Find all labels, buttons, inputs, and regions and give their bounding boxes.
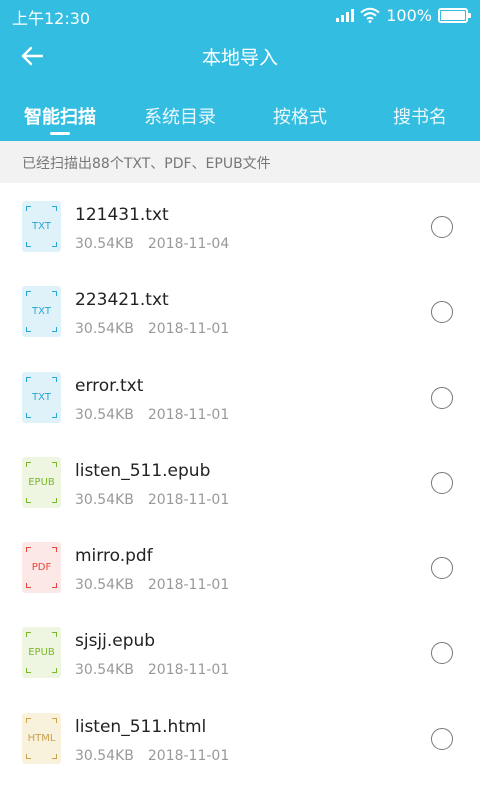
- file-date: 2018-11-01: [147, 321, 230, 338]
- tab-label: 智能扫描: [24, 107, 96, 128]
- file-name: listen_511.html: [75, 716, 207, 737]
- file-date: 2018-11-04: [147, 236, 230, 252]
- file-date: 2018-11-01: [147, 662, 230, 679]
- file-size: 30.54KB: [75, 406, 134, 423]
- file-meta: 30.54KB 2018-11-01: [75, 662, 229, 678]
- status-time: 上午12:30: [12, 9, 91, 28]
- tab-bar: 智能扫描 系统目录 按格式 搜书名: [0, 86, 480, 141]
- file-size: 30.54KB: [75, 236, 134, 252]
- file-name: sjsjj.epub: [75, 631, 156, 652]
- file-meta: 30.54KB 2018-11-01: [75, 748, 229, 764]
- file-meta: 30.54KB 2018-11-01: [75, 492, 229, 508]
- file-list: TXT 121431.txt 30.54KB 2018-11-04 TXT 223421.…: [0, 183, 480, 800]
- select-radio[interactable]: [431, 642, 453, 665]
- file-meta: 30.54KB 2018-11-01: [75, 321, 229, 337]
- file-date: 2018-11-01: [147, 406, 230, 423]
- status-bar: 上午12:30 100%: [0, 0, 480, 30]
- file-name: 223421.txt: [75, 290, 169, 311]
- file-date: 2018-11-01: [147, 577, 230, 594]
- list-item[interactable]: TXT 223421.txt 30.54KB 2018-11-01: [0, 268, 480, 353]
- file-type-icon: EPUB: [22, 627, 61, 679]
- file-type-icon: TXT: [22, 371, 61, 423]
- file-date: 2018-11-01: [147, 747, 230, 764]
- file-type-icon: PDF: [22, 542, 61, 594]
- file-name: listen_511.epub: [75, 460, 211, 481]
- file-type-icon: TXT: [22, 286, 61, 338]
- list-item[interactable]: EPUB sjsjj.epub 30.54KB 2018-11-01: [0, 609, 480, 694]
- list-item[interactable]: TXT error.txt 30.54KB 2018-11-01: [0, 354, 480, 439]
- file-type-icon: EPUB: [22, 456, 61, 508]
- tab-by-format[interactable]: 按格式: [240, 86, 360, 141]
- tab-label: 按格式: [273, 107, 327, 128]
- battery-icon: [438, 7, 471, 23]
- file-type-label: EPUB: [28, 476, 55, 488]
- file-size: 30.54KB: [75, 747, 134, 764]
- file-type-label: TXT: [32, 391, 51, 403]
- battery-percent: 100%: [386, 5, 432, 25]
- list-item[interactable]: PDF mirro.pdf 30.54KB 2018-11-01: [0, 524, 480, 609]
- signal-icon: [336, 8, 355, 22]
- file-type-label: TXT: [32, 221, 51, 232]
- tab-label: 系统目录: [144, 107, 216, 128]
- tab-label: 搜书名: [393, 107, 447, 128]
- tab-search-title[interactable]: 搜书名: [360, 86, 480, 141]
- file-type-label: PDF: [31, 562, 52, 574]
- list-item[interactable]: EPUB listen_511.epub 30.54KB 2018-11-01: [0, 439, 480, 524]
- list-item[interactable]: HTML listen_511.html 30.54KB 2018-11-01: [0, 695, 480, 780]
- file-type-icon: HTML: [22, 712, 61, 764]
- file-meta: 30.54KB 2018-11-04: [75, 236, 229, 252]
- status-indicators: 100%: [336, 5, 471, 25]
- file-size: 30.54KB: [75, 491, 134, 508]
- file-size: 30.54KB: [75, 321, 134, 338]
- list-item[interactable]: TXT 121431.txt 30.54KB 2018-11-04: [0, 183, 480, 268]
- title-bar: 本地导入: [0, 30, 480, 82]
- select-radio[interactable]: [431, 471, 453, 494]
- file-type-icon: TXT: [22, 201, 61, 252]
- file-size: 30.54KB: [75, 577, 134, 594]
- file-date: 2018-11-01: [147, 491, 230, 508]
- select-radio[interactable]: [431, 301, 453, 324]
- select-radio[interactable]: [431, 727, 453, 750]
- select-radio[interactable]: [431, 216, 453, 238]
- select-radio[interactable]: [431, 557, 453, 580]
- file-name: 121431.txt: [75, 205, 169, 225]
- file-name: error.txt: [75, 375, 144, 396]
- wifi-icon: [360, 7, 380, 23]
- file-meta: 30.54KB 2018-11-01: [75, 577, 229, 593]
- file-meta: 30.54KB 2018-11-01: [75, 407, 229, 423]
- tab-system-directory[interactable]: 系统目录: [120, 86, 240, 141]
- file-name: mirro.pdf: [75, 546, 153, 567]
- file-type-label: HTML: [27, 732, 56, 744]
- tab-smart-scan[interactable]: 智能扫描: [0, 86, 120, 141]
- page-title: 本地导入: [201, 47, 278, 69]
- file-type-label: EPUB: [28, 647, 55, 659]
- file-type-label: TXT: [32, 306, 51, 318]
- app-header: 上午12:30 100% 本地导入 智能扫描 系统目录 按格式 搜书名: [0, 0, 480, 141]
- select-radio[interactable]: [431, 386, 453, 409]
- file-size: 30.54KB: [75, 662, 134, 679]
- scan-summary: 已经扫描出88个TXT、PDF、EPUB文件: [0, 141, 480, 183]
- tab-indicator: [50, 132, 70, 135]
